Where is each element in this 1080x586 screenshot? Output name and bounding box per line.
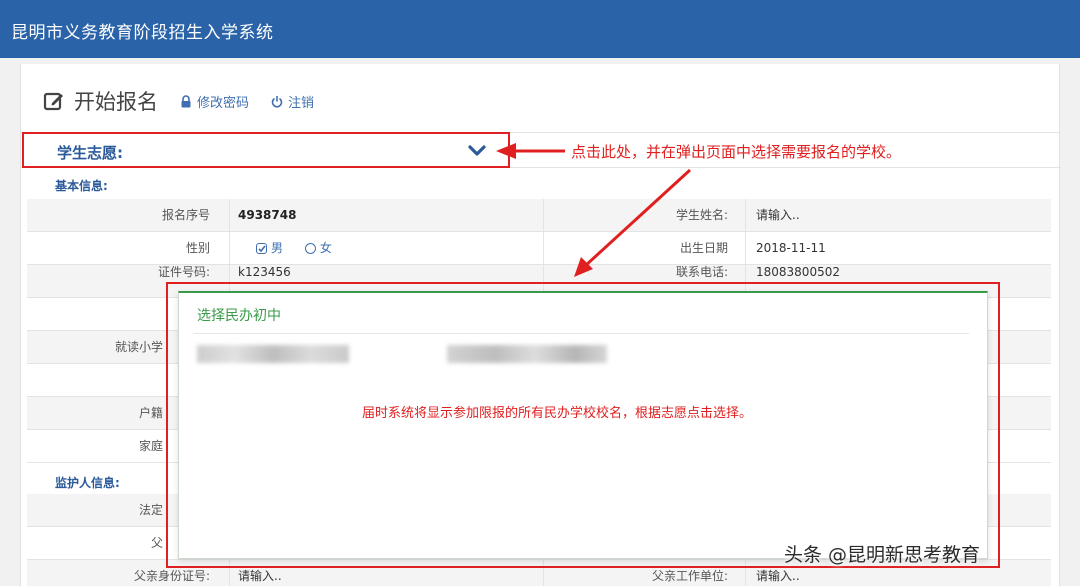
app-header: 昆明市义务教育阶段招生入学系统 [0,0,1080,58]
primary-school-label: 就读小学 [114,340,163,354]
modal-divider [193,333,969,334]
cell-divider [745,199,746,232]
household-label: 户籍 [138,406,163,420]
change-password-label: 修改密码 [197,95,250,111]
basic-info-title: 基本信息: [55,179,108,193]
modal-note: 届时系统将显示参加限报的所有民办学校校名，根据志愿点击选择。 [362,406,753,421]
annotation-text: 点击此处，并在弹出页面中选择需要报名的学校。 [571,143,902,161]
page-title: 开始报名 [74,90,158,114]
radio-circle-icon [304,243,316,254]
blurred-school-option[interactable] [447,345,607,363]
legal-guardian-label: 法定 [138,503,163,517]
logout-label: 注销 [288,95,315,111]
power-icon [271,95,283,107]
cell-divider [745,232,746,265]
registration-no-label: 报名序号 [161,208,210,222]
student-name-input[interactable]: 请输入.. [756,199,800,232]
blurred-school-option[interactable] [197,345,349,363]
gender-female-option[interactable]: 女 [304,232,332,265]
father-label: 父 [150,536,163,550]
change-password-link[interactable]: 修改密码 [180,92,249,111]
cell-divider [543,232,544,265]
logout-link[interactable]: 注销 [271,92,314,111]
form-row: 报名序号 4938748 学生姓名: 请输入.. [27,199,1051,232]
edit-icon [43,92,63,111]
select-school-modal: 选择民办初中 届时系统将显示参加限报的所有民办学校校名，根据志愿点击选择。 [178,291,988,559]
highlight-box [22,132,510,168]
student-name-label: 学生姓名: [675,208,728,222]
page-header: 开始报名 修改密码 注销 [43,86,314,116]
lock-icon [181,94,191,107]
watermark: 头条 @昆明新思考教育 [784,544,981,566]
modal-title: 选择民办初中 [197,308,281,324]
cell-divider [229,199,230,232]
app-title: 昆明市义务教育阶段招生入学系统 [11,23,274,43]
gender-female-label: 女 [319,241,332,255]
registration-no-value: 4938748 [238,208,297,222]
guardian-info-title: 监护人信息: [55,476,120,490]
cell-divider [229,232,230,265]
checked-box-icon [256,243,267,254]
home-address-label: 家庭 [138,439,163,453]
cell-divider [543,199,544,232]
